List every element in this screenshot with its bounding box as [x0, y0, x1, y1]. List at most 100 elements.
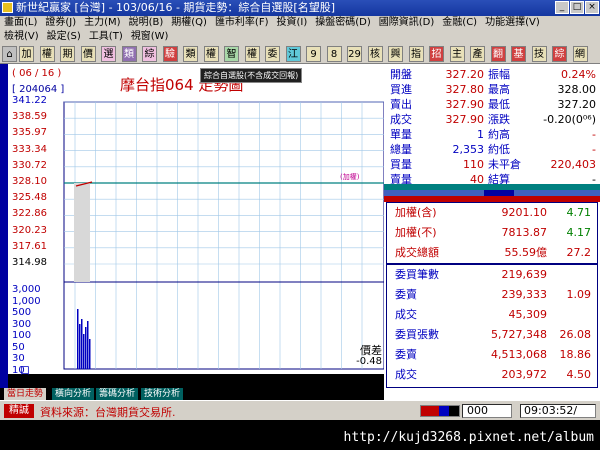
- toolbar-button[interactable]: 產: [470, 46, 485, 62]
- order-stat-pct: 18.86: [559, 348, 592, 361]
- tab[interactable]: 籌碼分析: [96, 388, 139, 400]
- quote-label: 買量: [390, 158, 412, 171]
- toolbar-button[interactable]: 指: [408, 46, 424, 62]
- volume-bar: [87, 321, 89, 369]
- toolbar-button[interactable]: 翻: [490, 46, 506, 62]
- toolbar-button[interactable]: 核: [367, 46, 383, 62]
- tab[interactable]: 當日走勢: [4, 388, 47, 400]
- menu-bar: 畫面(L) 證券(J) 主力(M) 說明(B) 期權(Q) 匯市利率(F) 投資(I) 操盤密…: [0, 16, 600, 44]
- order-stat-label: 委買筆數: [395, 268, 439, 281]
- toolbar-button[interactable]: 委: [265, 46, 280, 62]
- y-tick-label: 333.34: [12, 143, 47, 155]
- index-stat-pct: 4.71: [566, 206, 592, 219]
- volume-unit: 口: [20, 366, 30, 377]
- status-meter: [420, 405, 460, 417]
- x-tick-label: 10:00: [123, 374, 155, 387]
- maximize-button[interactable]: □: [570, 1, 584, 14]
- menu-item[interactable]: 期權(Q): [171, 17, 207, 28]
- menu-item[interactable]: 操盤密碼(D): [315, 17, 371, 28]
- quote-label: 成交: [390, 113, 412, 126]
- index-stat-label: 成交總額: [395, 246, 439, 259]
- y-tick-label: 341.22: [12, 95, 47, 106]
- order-stat-value: 219,639: [501, 268, 548, 281]
- toolbar-button[interactable]: 興: [388, 46, 403, 62]
- toolbar-button[interactable]: 基: [511, 46, 526, 62]
- price-range-shade: [74, 183, 90, 282]
- menu-item[interactable]: 金融(C): [442, 17, 477, 28]
- volume-bar: [85, 327, 87, 369]
- menu-item[interactable]: 功能選擇(V): [485, 17, 540, 28]
- y-tick-label: 335.97: [12, 127, 47, 139]
- menu-item[interactable]: 證券(J): [45, 17, 76, 28]
- tab[interactable]: 技術分析: [141, 388, 184, 400]
- y-tick-label: 317.61: [12, 240, 47, 252]
- toolbar-button[interactable]: 招: [429, 46, 444, 62]
- home-icon[interactable]: ⌂: [2, 46, 17, 62]
- menu-item[interactable]: 說明(B): [129, 17, 164, 28]
- order-stat-row: 委賣 239,333 1.09: [387, 285, 597, 305]
- toolbar-button[interactable]: 期: [60, 46, 75, 62]
- index-stat-value: 55.59億: [504, 246, 548, 259]
- toolbar-button[interactable]: 8: [326, 46, 342, 62]
- order-stat-value: 239,333: [501, 288, 548, 301]
- index-stat-label: 加權(不): [395, 226, 437, 239]
- x-tick-label: 11:00: [170, 374, 202, 387]
- toolbar-button[interactable]: 江: [285, 46, 301, 62]
- order-stat-label: 委賣: [395, 288, 417, 301]
- quote-label: 總量: [390, 143, 412, 156]
- index-stat-row: 成交總額 55.59億 27.2: [387, 243, 597, 263]
- menu-item[interactable]: 畫面(L): [4, 17, 37, 28]
- toolbar-button[interactable]: 9: [306, 46, 321, 62]
- toolbar-button[interactable]: 驗: [162, 46, 178, 62]
- order-stat-pct: 26.08: [559, 328, 592, 341]
- status-bar: 精誠 資料來源：台灣期貨交易所. 000 09:03:52/: [0, 400, 600, 420]
- order-stat-value: 45,309: [508, 308, 548, 321]
- toolbar-button[interactable]: 網: [572, 46, 588, 62]
- index-stat-pct: 4.17: [566, 226, 592, 239]
- index-stat-label: 加權(含): [395, 206, 437, 219]
- toolbar-button[interactable]: 選: [101, 46, 116, 62]
- chart-code: [ 204064 ]: [12, 84, 65, 95]
- menu-item[interactable]: 主力(M): [84, 17, 120, 28]
- minimize-button[interactable]: _: [555, 1, 569, 14]
- toolbar-button[interactable]: 權: [39, 46, 55, 62]
- order-stat-value: 4,513,068: [491, 348, 547, 361]
- status-logo: 精誠: [4, 404, 34, 418]
- toolbar-button[interactable]: 權: [203, 46, 219, 62]
- toolbar-button[interactable]: 29: [347, 46, 362, 62]
- tab[interactable]: 橫向分析: [52, 388, 95, 400]
- menu-item[interactable]: 投資(I): [277, 17, 308, 28]
- toolbar-button[interactable]: 主: [449, 46, 465, 62]
- window-title-bar[interactable]: 新世紀贏家 [台灣] - 103/06/16 - 期貨走勢：綜合自選股[名望股]…: [0, 0, 600, 16]
- toolbar-button[interactable]: 價: [80, 46, 96, 62]
- order-stat-label: 委買張數: [395, 328, 439, 341]
- menu-item[interactable]: 設定(S): [47, 31, 81, 42]
- menu-item[interactable]: 檢視(V): [4, 31, 39, 42]
- window-title: 新世紀贏家 [台灣] - 103/06/16 - 期貨走勢：綜合自選股[名望股]: [16, 1, 335, 14]
- status-time: 09:03:52/: [520, 404, 596, 418]
- y-tick-label: 328.10: [12, 176, 47, 187]
- quote-row: 買量 110 未平倉 220,403: [384, 158, 600, 172]
- quote-row: 單量 1 約高 -: [384, 128, 600, 142]
- quote-label: 約低: [488, 143, 510, 156]
- quote-label: 漲跌: [488, 113, 510, 126]
- quote-label: 振幅: [488, 68, 510, 81]
- toolbar-button[interactable]: 類: [183, 46, 198, 62]
- toolbar-button[interactable]: 類: [121, 46, 137, 62]
- toolbar-button[interactable]: 加: [19, 46, 34, 62]
- toolbar-button[interactable]: 綜: [142, 46, 157, 62]
- toolbar-button[interactable]: 綜: [552, 46, 567, 62]
- order-stat-row: 委買張數 5,727,348 26.08: [387, 325, 597, 345]
- menu-item[interactable]: 工具(T): [89, 31, 123, 42]
- menu-row-2: 檢視(V) 設定(S) 工具(T) 視窗(W): [4, 30, 176, 44]
- index-stat-row: 加權(不) 7813.87 4.17: [387, 223, 597, 243]
- menu-item[interactable]: 視窗(W): [131, 31, 169, 42]
- order-stat-row: 成交 45,309: [387, 305, 597, 325]
- toolbar-button[interactable]: 智: [224, 46, 239, 62]
- menu-item[interactable]: 匯市利率(F): [215, 17, 269, 28]
- toolbar-button[interactable]: 技: [531, 46, 547, 62]
- menu-item[interactable]: 國際資訊(D): [379, 17, 435, 28]
- toolbar-button[interactable]: 權: [244, 46, 260, 62]
- limit-label: (加權): [340, 173, 360, 181]
- close-button[interactable]: ×: [585, 1, 599, 14]
